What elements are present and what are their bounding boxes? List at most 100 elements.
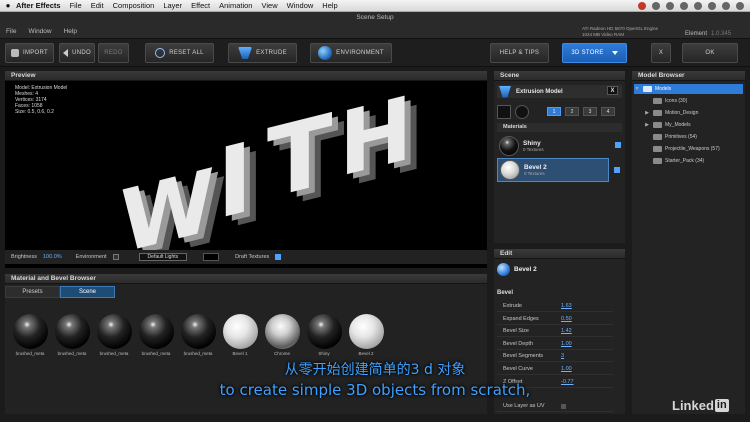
tree-item-models[interactable]: ▼ Models <box>634 84 743 94</box>
mac-menu-help[interactable]: Help <box>322 1 337 10</box>
extrude-button[interactable]: EXTRUDE <box>228 43 297 63</box>
tree-item-projectile-weapons[interactable]: Projectile_Weapons (57) <box>634 144 743 154</box>
mac-menu-edit[interactable]: Edit <box>91 1 104 10</box>
material-visible-checkbox[interactable] <box>615 142 621 148</box>
environment-button[interactable]: ENVIRONMENT <box>310 43 392 63</box>
tree-item-motion-design[interactable]: ▶ Motion_Design <box>634 108 743 118</box>
folder-icon <box>653 110 662 116</box>
scene-material-bevel-2[interactable]: Bevel 2 0 Textures <box>497 158 620 182</box>
tree-label: My_Models <box>665 122 691 128</box>
window-title: Scene Setup <box>356 14 394 21</box>
battery-icon[interactable] <box>708 2 716 10</box>
stat-size: Size: 0.5, 0.6, 0.2 <box>15 109 54 115</box>
tab-presets[interactable]: Presets <box>5 286 60 298</box>
material-thumb-1[interactable] <box>13 314 48 349</box>
material-thumb-icon <box>499 136 519 156</box>
prop-value[interactable]: 1.00 <box>561 341 572 347</box>
mac-menu-layer[interactable]: Layer <box>163 1 182 10</box>
material-thumb-4[interactable] <box>139 314 174 349</box>
subtitle-chinese: 从零开始创建简单的3 d 对象 <box>284 362 466 378</box>
brightness-value[interactable]: 100.0% <box>43 254 62 260</box>
material-thumb-5[interactable] <box>181 314 216 349</box>
redo-button[interactable]: REDO <box>98 43 129 63</box>
ok-button[interactable]: OK <box>682 43 738 63</box>
tree-item-icons[interactable]: Icons (30) <box>634 96 743 106</box>
linkedin-logo: Linked in <box>672 398 729 413</box>
group-2-button[interactable]: 2 <box>565 107 579 116</box>
time-machine-icon[interactable] <box>666 2 674 10</box>
spotlight-icon[interactable] <box>722 2 730 10</box>
background-color-swatch[interactable] <box>203 253 220 261</box>
prop-value[interactable]: 0.50 <box>561 316 572 322</box>
material-thumb-8[interactable] <box>307 314 342 349</box>
notification-icon[interactable] <box>736 2 744 10</box>
material-sphere-icon <box>497 263 510 276</box>
group-1-button[interactable]: 1 <box>547 107 561 116</box>
material-label-2: brushed_meta <box>57 351 87 356</box>
mac-menu-composition[interactable]: Composition <box>113 1 155 10</box>
close-button[interactable]: X <box>651 43 671 63</box>
reset-all-button[interactable]: RESET ALL <box>145 43 214 63</box>
group-3-button[interactable]: 3 <box>583 107 597 116</box>
material-thumb-icon <box>500 160 520 180</box>
materials-header[interactable]: Materials <box>497 123 622 132</box>
tree-arrow[interactable]: ▶ <box>644 122 650 128</box>
material-thumb-7[interactable] <box>265 314 300 349</box>
mac-menu-effect[interactable]: Effect <box>191 1 210 10</box>
mac-menu-window[interactable]: Window <box>287 1 314 10</box>
move-tool-icon[interactable] <box>497 104 511 119</box>
tree-arrow[interactable]: ▶ <box>644 110 650 116</box>
window-menu-help[interactable]: Help <box>64 28 77 35</box>
reset-all-label: RESET ALL <box>169 50 204 56</box>
import-button[interactable]: IMPORT <box>5 43 54 63</box>
material-visible-checkbox[interactable] <box>614 167 620 173</box>
mac-menu-file[interactable]: File <box>70 1 82 10</box>
prop-value[interactable]: 1.63 <box>561 303 572 309</box>
scene-model-row[interactable]: Extrusion Model X <box>497 85 622 98</box>
wifi-icon[interactable] <box>680 2 688 10</box>
scene-header: Scene <box>494 71 625 81</box>
help-tips-button[interactable]: HELP & TIPS <box>490 43 549 63</box>
tree-arrow[interactable]: ▼ <box>634 86 640 92</box>
reset-icon <box>155 48 166 58</box>
prop-label: Bevel Depth <box>503 341 533 347</box>
redo-label: REDO <box>104 50 123 56</box>
environment-checkbox[interactable] <box>112 254 119 260</box>
mac-menu-view[interactable]: View <box>261 1 277 10</box>
rotate-tool-icon[interactable] <box>515 104 529 119</box>
use-layer-uv-checkbox[interactable] <box>561 403 566 409</box>
3d-store-label: 3D STORE <box>571 50 604 56</box>
prop-value[interactable]: 1.42 <box>561 328 572 334</box>
tab-scene[interactable]: Scene <box>60 286 115 298</box>
scene-material-text: Bevel 2 0 Textures <box>524 164 547 176</box>
app-menu[interactable]: After Effects <box>16 1 61 10</box>
prop-label: Expand Edges <box>503 316 539 322</box>
scene-letter-i: I <box>217 120 253 242</box>
material-thumb-2[interactable] <box>55 314 90 349</box>
3d-store-button[interactable]: 3D STORE <box>562 43 627 63</box>
material-thumb-3[interactable] <box>97 314 132 349</box>
group-4-button[interactable]: 4 <box>601 107 615 116</box>
tree-item-primitives[interactable]: Primitives (54) <box>634 132 743 142</box>
window-menu-window[interactable]: Window <box>28 28 51 35</box>
tree-item-starter-pack[interactable]: Starter_Pack (34) <box>634 156 743 166</box>
preview-viewport[interactable]: Model: Extrusion Model Meshes: 4 Vertice… <box>5 71 487 268</box>
ok-label: OK <box>705 50 715 56</box>
product-version: 1.0.345 <box>711 31 732 37</box>
material-thumb-9[interactable] <box>349 314 384 349</box>
draft-textures-checkbox[interactable] <box>275 254 282 260</box>
window-menu-file[interactable]: File <box>6 28 16 35</box>
sync-icon[interactable] <box>652 2 660 10</box>
prop-extrude: Extrude 1.63 <box>497 301 613 312</box>
mac-menu-animation[interactable]: Animation <box>219 1 252 10</box>
material-thumb-6[interactable] <box>223 314 258 349</box>
volume-icon[interactable] <box>694 2 702 10</box>
undo-button[interactable]: UNDO <box>59 43 95 63</box>
record-icon[interactable] <box>638 2 646 10</box>
lights-select[interactable]: Default Lights <box>138 253 188 261</box>
scene-material-shiny[interactable]: Shiny 0 Textures <box>497 134 621 158</box>
remove-model-button[interactable]: X <box>607 86 618 95</box>
tree-item-my-models[interactable]: ▶ My_Models <box>634 120 743 130</box>
apple-icon[interactable]: ● <box>0 1 16 10</box>
window-menu: File Window Help <box>6 28 77 35</box>
